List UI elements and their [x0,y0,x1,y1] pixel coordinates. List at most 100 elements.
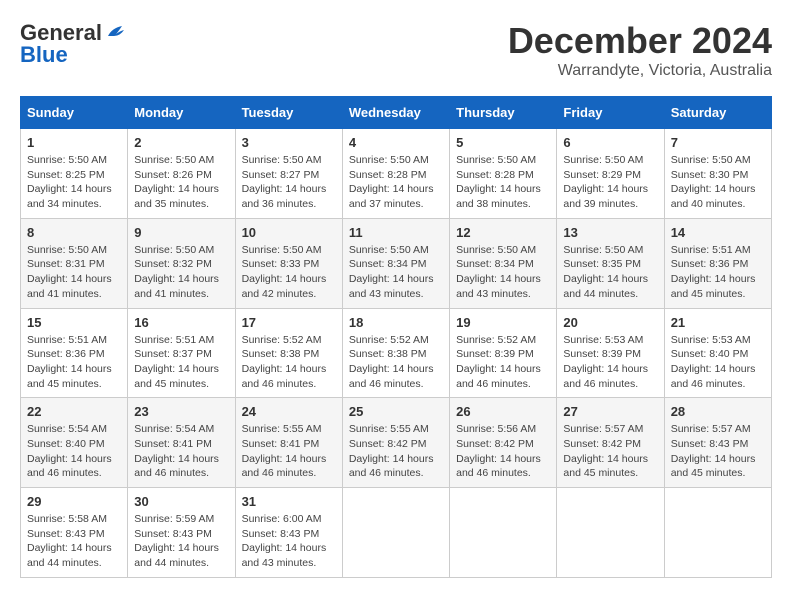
table-row [664,488,771,578]
table-row: 16 Sunrise: 5:51 AM Sunset: 8:37 PM Dayli… [128,308,235,398]
table-row: 11Sunrise: 5:50 AM Sunset: 8:34 PM Dayli… [342,218,449,308]
day-number: 8 [27,225,121,240]
header-saturday: Saturday [664,97,771,129]
table-row: 23 Sunrise: 5:54 AM Sunset: 8:41 PM Dayli… [128,398,235,488]
day-info: Sunrise: 5:56 AM Sunset: 8:42 PM Dayligh… [456,422,550,481]
day-number: 20 [563,315,657,330]
day-info: Sunrise: 5:50 AM Sunset: 8:28 PM Dayligh… [456,153,550,212]
day-info: Sunrise: 5:55 AM Sunset: 8:41 PM Dayligh… [242,422,336,481]
day-number: 28 [671,404,765,419]
day-number: 29 [27,494,121,509]
calendar-week-row: 22Sunrise: 5:54 AM Sunset: 8:40 PM Dayli… [21,398,772,488]
day-info: Sunrise: 5:50 AM Sunset: 8:27 PM Dayligh… [242,153,336,212]
month-title: December 2024 [508,20,772,62]
table-row [557,488,664,578]
table-row: 19Sunrise: 5:52 AM Sunset: 8:39 PM Dayli… [450,308,557,398]
day-info: Sunrise: 5:59 AM Sunset: 8:43 PM Dayligh… [134,512,228,571]
calendar-table: Sunday Monday Tuesday Wednesday Thursday… [20,96,772,578]
table-row: 20 Sunrise: 5:53 AM Sunset: 8:39 PM Dayli… [557,308,664,398]
weekday-header-row: Sunday Monday Tuesday Wednesday Thursday… [21,97,772,129]
logo-blue: Blue [20,42,68,68]
day-info: Sunrise: 5:50 AM Sunset: 8:35 PM Dayligh… [563,243,657,302]
day-info: Sunrise: 5:50 AM Sunset: 8:26 PM Dayligh… [134,153,228,212]
table-row: 12Sunrise: 5:50 AM Sunset: 8:34 PM Dayli… [450,218,557,308]
day-info: Sunrise: 5:50 AM Sunset: 8:31 PM Dayligh… [27,243,121,302]
table-row: 9 Sunrise: 5:50 AM Sunset: 8:32 PM Daylig… [128,218,235,308]
table-row: 2 Sunrise: 5:50 AM Sunset: 8:26 PM Daylig… [128,129,235,219]
day-info: Sunrise: 5:52 AM Sunset: 8:38 PM Dayligh… [242,333,336,392]
table-row [342,488,449,578]
table-row: 30 Sunrise: 5:59 AM Sunset: 8:43 PM Dayli… [128,488,235,578]
day-info: Sunrise: 5:50 AM Sunset: 8:34 PM Dayligh… [456,243,550,302]
day-info: Sunrise: 5:50 AM Sunset: 8:28 PM Dayligh… [349,153,443,212]
day-number: 31 [242,494,336,509]
day-info: Sunrise: 5:50 AM Sunset: 8:30 PM Dayligh… [671,153,765,212]
title-area: December 2024 Warrandyte, Victoria, Aust… [508,20,772,80]
day-number: 2 [134,135,228,150]
table-row: 31 Sunrise: 6:00 AM Sunset: 8:43 PM Dayli… [235,488,342,578]
table-row: 17 Sunrise: 5:52 AM Sunset: 8:38 PM Dayli… [235,308,342,398]
day-number: 13 [563,225,657,240]
table-row: 3 Sunrise: 5:50 AM Sunset: 8:27 PM Daylig… [235,129,342,219]
day-number: 10 [242,225,336,240]
logo: General Blue [20,20,126,68]
table-row: 24 Sunrise: 5:55 AM Sunset: 8:41 PM Dayli… [235,398,342,488]
header-monday: Monday [128,97,235,129]
day-number: 27 [563,404,657,419]
day-number: 9 [134,225,228,240]
day-number: 7 [671,135,765,150]
day-info: Sunrise: 5:50 AM Sunset: 8:25 PM Dayligh… [27,153,121,212]
table-row [450,488,557,578]
table-row: 4 Sunrise: 5:50 AM Sunset: 8:28 PM Daylig… [342,129,449,219]
day-number: 17 [242,315,336,330]
day-number: 18 [349,315,443,330]
header-sunday: Sunday [21,97,128,129]
day-info: Sunrise: 5:51 AM Sunset: 8:36 PM Dayligh… [27,333,121,392]
day-number: 1 [27,135,121,150]
day-number: 24 [242,404,336,419]
table-row: 26Sunrise: 5:56 AM Sunset: 8:42 PM Dayli… [450,398,557,488]
day-number: 5 [456,135,550,150]
day-info: Sunrise: 5:50 AM Sunset: 8:29 PM Dayligh… [563,153,657,212]
table-row: 27 Sunrise: 5:57 AM Sunset: 8:42 PM Dayli… [557,398,664,488]
day-info: Sunrise: 5:54 AM Sunset: 8:41 PM Dayligh… [134,422,228,481]
day-number: 23 [134,404,228,419]
location: Warrandyte, Victoria, Australia [508,62,772,80]
table-row: 21 Sunrise: 5:53 AM Sunset: 8:40 PM Dayli… [664,308,771,398]
day-number: 19 [456,315,550,330]
day-info: Sunrise: 5:51 AM Sunset: 8:36 PM Dayligh… [671,243,765,302]
day-number: 3 [242,135,336,150]
table-row: 5 Sunrise: 5:50 AM Sunset: 8:28 PM Daylig… [450,129,557,219]
day-info: Sunrise: 5:51 AM Sunset: 8:37 PM Dayligh… [134,333,228,392]
day-info: Sunrise: 5:50 AM Sunset: 8:33 PM Dayligh… [242,243,336,302]
table-row: 15 Sunrise: 5:51 AM Sunset: 8:36 PM Dayli… [21,308,128,398]
day-number: 4 [349,135,443,150]
table-row: 1 Sunrise: 5:50 AM Sunset: 8:25 PM Daylig… [21,129,128,219]
table-row: 10 Sunrise: 5:50 AM Sunset: 8:33 PM Dayli… [235,218,342,308]
table-row: 13 Sunrise: 5:50 AM Sunset: 8:35 PM Dayli… [557,218,664,308]
day-info: Sunrise: 5:53 AM Sunset: 8:39 PM Dayligh… [563,333,657,392]
calendar-week-row: 1 Sunrise: 5:50 AM Sunset: 8:25 PM Daylig… [21,129,772,219]
day-info: Sunrise: 6:00 AM Sunset: 8:43 PM Dayligh… [242,512,336,571]
day-info: Sunrise: 5:54 AM Sunset: 8:40 PM Dayligh… [27,422,121,481]
calendar-week-row: 15 Sunrise: 5:51 AM Sunset: 8:36 PM Dayli… [21,308,772,398]
logo-bird-icon [104,22,126,44]
day-info: Sunrise: 5:50 AM Sunset: 8:32 PM Dayligh… [134,243,228,302]
header-wednesday: Wednesday [342,97,449,129]
table-row: 7 Sunrise: 5:50 AM Sunset: 8:30 PM Daylig… [664,129,771,219]
table-row: 29 Sunrise: 5:58 AM Sunset: 8:43 PM Dayli… [21,488,128,578]
calendar-week-row: 29 Sunrise: 5:58 AM Sunset: 8:43 PM Dayli… [21,488,772,578]
day-number: 30 [134,494,228,509]
day-info: Sunrise: 5:53 AM Sunset: 8:40 PM Dayligh… [671,333,765,392]
day-number: 16 [134,315,228,330]
day-info: Sunrise: 5:52 AM Sunset: 8:38 PM Dayligh… [349,333,443,392]
day-info: Sunrise: 5:57 AM Sunset: 8:42 PM Dayligh… [563,422,657,481]
header-tuesday: Tuesday [235,97,342,129]
day-info: Sunrise: 5:58 AM Sunset: 8:43 PM Dayligh… [27,512,121,571]
day-number: 15 [27,315,121,330]
day-info: Sunrise: 5:55 AM Sunset: 8:42 PM Dayligh… [349,422,443,481]
table-row: 14Sunrise: 5:51 AM Sunset: 8:36 PM Dayli… [664,218,771,308]
table-row: 25Sunrise: 5:55 AM Sunset: 8:42 PM Dayli… [342,398,449,488]
table-row: 28Sunrise: 5:57 AM Sunset: 8:43 PM Dayli… [664,398,771,488]
day-number: 21 [671,315,765,330]
